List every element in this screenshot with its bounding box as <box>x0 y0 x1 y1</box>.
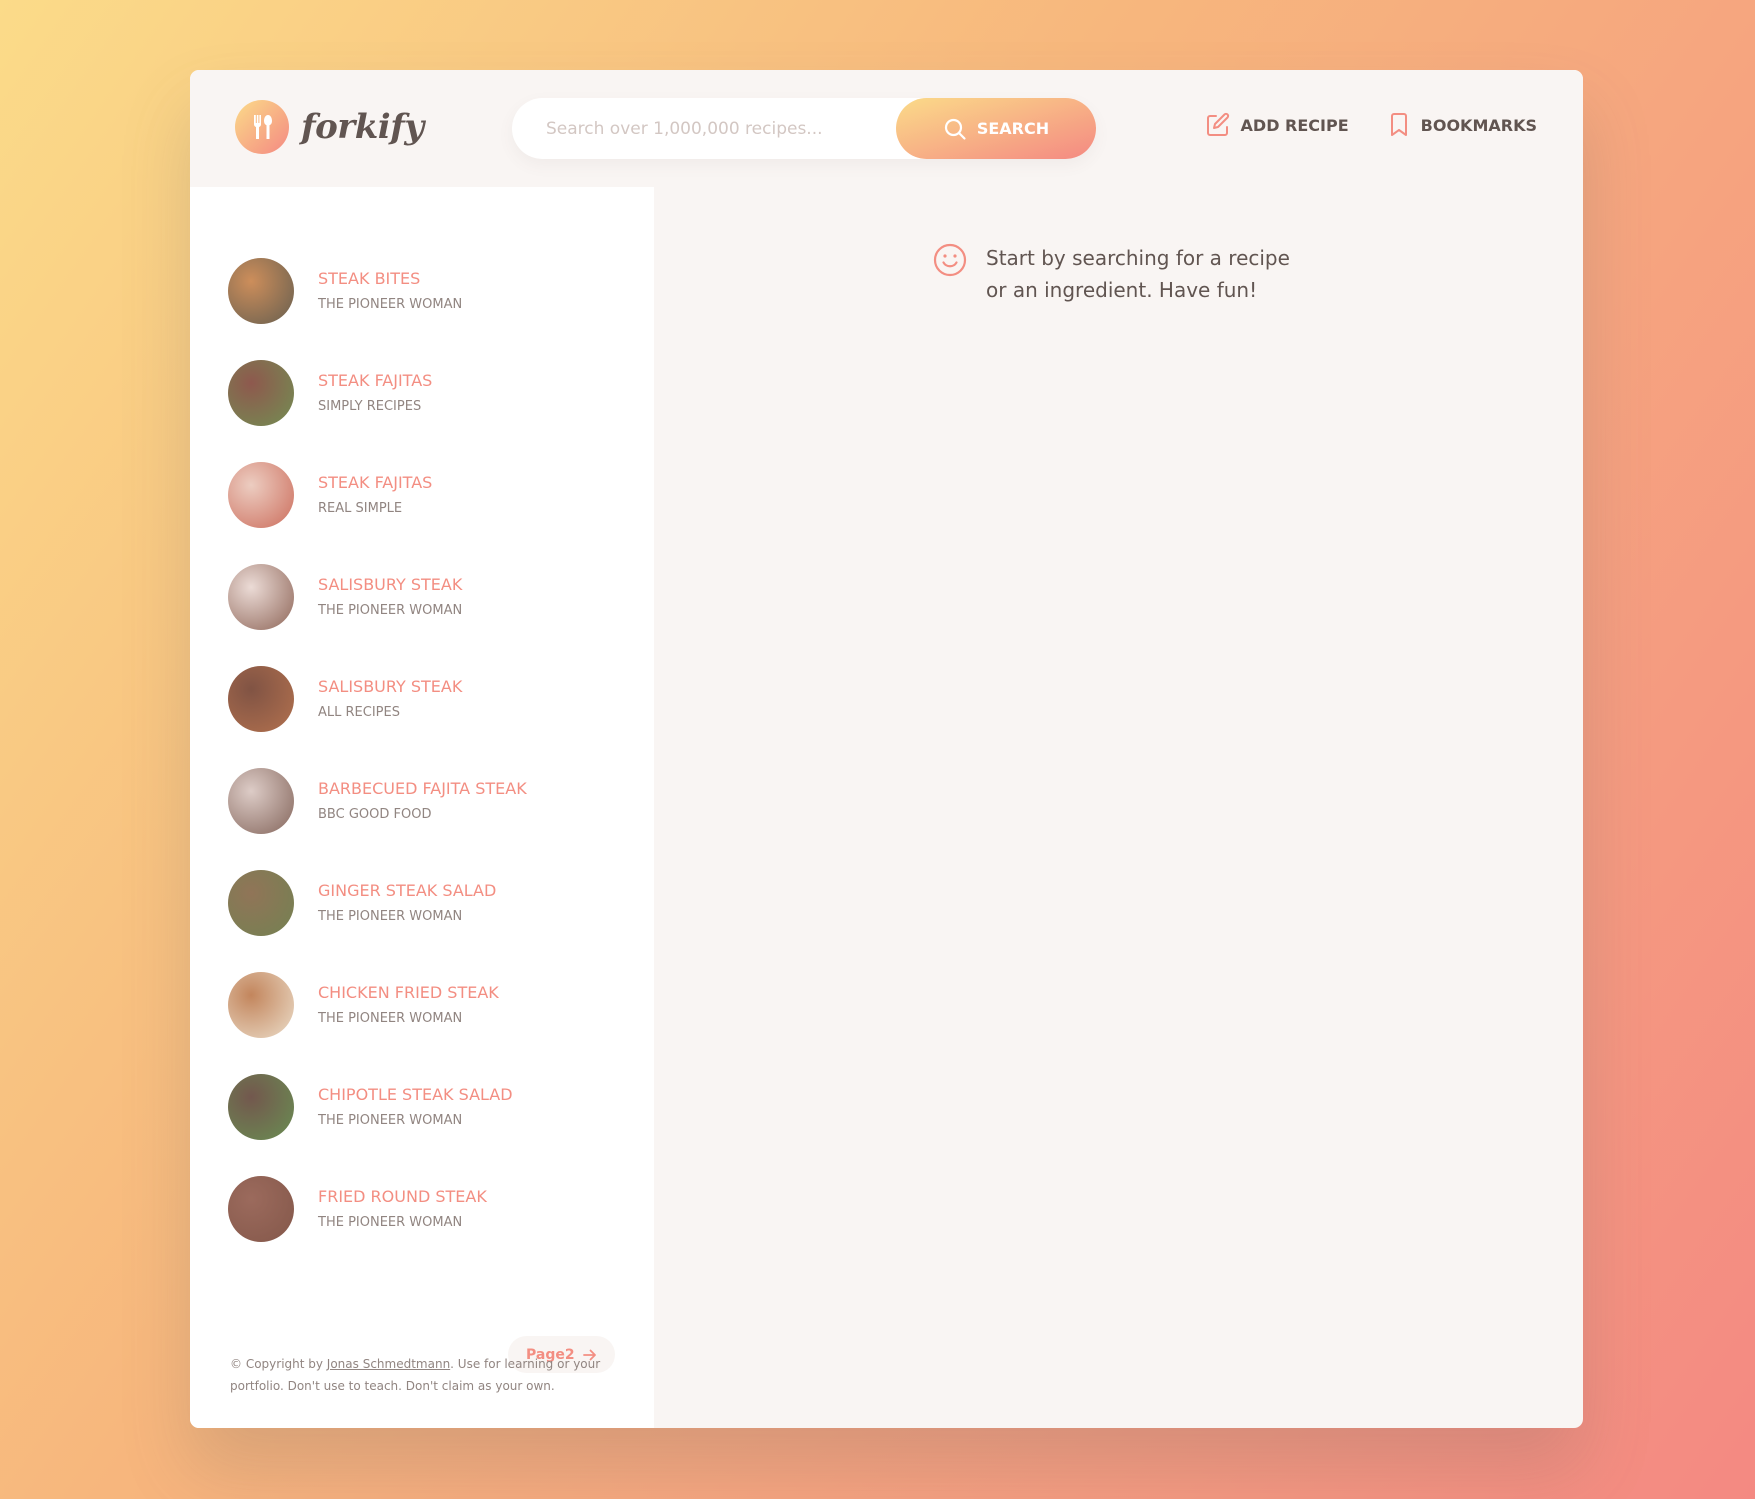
recipe-publisher: THE PIONEER WOMAN <box>318 1113 463 1129</box>
result-item[interactable]: SALISBURY STEAK THE PIONEER WOMAN <box>228 546 628 648</box>
search-input[interactable] <box>512 118 896 139</box>
add-recipe-button[interactable]: ADD RECIPE <box>1205 112 1349 138</box>
result-item[interactable]: STEAK BITES THE PIONEER WOMAN <box>228 240 628 342</box>
recipe-publisher: ALL RECIPES <box>318 705 400 721</box>
recipe-title: CHIPOTLE STEAK SALAD <box>318 1085 513 1105</box>
recipe-publisher: THE PIONEER WOMAN <box>318 603 463 619</box>
results-list: STEAK BITES THE PIONEER WOMAN STEAK FAJI… <box>228 240 628 1260</box>
bookmarks-button[interactable]: BOOKMARKS <box>1387 112 1537 138</box>
recipe-publisher: BBC GOOD FOOD <box>318 807 432 823</box>
recipe-title: SALISBURY STEAK <box>318 575 463 595</box>
recipe-thumbnail <box>228 666 294 732</box>
search-button[interactable]: SEARCH <box>896 98 1096 159</box>
result-item[interactable]: STEAK FAJITAS REAL SIMPLE <box>228 444 628 546</box>
smile-icon <box>933 243 967 277</box>
start-message: Start by searching for a recipe or an in… <box>932 242 1316 306</box>
recipe-title: GINGER STEAK SALAD <box>318 881 497 901</box>
add-recipe-label: ADD RECIPE <box>1240 115 1349 135</box>
recipe-title: SALISBURY STEAK <box>318 677 463 697</box>
search-results-sidebar: STEAK BITES THE PIONEER WOMAN STEAK FAJI… <box>190 187 654 1428</box>
recipe-title: CHICKEN FRIED STEAK <box>318 983 499 1003</box>
result-item[interactable]: CHIPOTLE STEAK SALAD THE PIONEER WOMAN <box>228 1056 628 1158</box>
recipe-thumbnail <box>228 564 294 630</box>
message-text: Start by searching for a recipe or an in… <box>986 246 1290 302</box>
recipe-thumbnail <box>228 1074 294 1140</box>
recipe-publisher: REAL SIMPLE <box>318 501 403 517</box>
search-icon <box>944 118 966 140</box>
fork-spoon-icon <box>235 100 289 154</box>
result-item[interactable]: SALISBURY STEAK ALL RECIPES <box>228 648 628 750</box>
recipe-thumbnail <box>228 360 294 426</box>
copyright-prefix: © Copyright by <box>230 1357 327 1371</box>
bookmark-icon <box>1390 113 1407 136</box>
recipe-publisher: THE PIONEER WOMAN <box>318 909 463 925</box>
recipe-title: BARBECUED FAJITA STEAK <box>318 779 527 799</box>
recipe-publisher: THE PIONEER WOMAN <box>318 297 463 313</box>
result-item[interactable]: GINGER STEAK SALAD THE PIONEER WOMAN <box>228 852 628 954</box>
recipe-publisher: SIMPLY RECIPES <box>318 399 422 415</box>
recipe-view: Start by searching for a recipe or an in… <box>654 187 1583 1428</box>
author-link[interactable]: Jonas Schmedtmann <box>327 1357 450 1371</box>
header: forkify SEARCH ADD RECIPE <box>190 70 1583 187</box>
recipe-thumbnail <box>228 972 294 1038</box>
recipe-thumbnail <box>228 870 294 936</box>
recipe-title: FRIED ROUND STEAK <box>318 1187 487 1207</box>
logo[interactable]: forkify <box>235 100 424 154</box>
recipe-thumbnail <box>228 462 294 528</box>
search-form: SEARCH <box>512 98 1096 159</box>
recipe-title: STEAK FAJITAS <box>318 473 433 493</box>
logo-text: forkify <box>301 107 424 147</box>
result-item[interactable]: CHICKEN FRIED STEAK THE PIONEER WOMAN <box>228 954 628 1056</box>
recipe-title: STEAK BITES <box>318 269 421 289</box>
search-button-label: SEARCH <box>976 119 1050 138</box>
recipe-thumbnail <box>228 1176 294 1242</box>
recipe-title: STEAK FAJITAS <box>318 371 433 391</box>
result-item[interactable]: BARBECUED FAJITA STEAK BBC GOOD FOOD <box>228 750 628 852</box>
bookmarks-label: BOOKMARKS <box>1420 115 1537 135</box>
recipe-publisher: THE PIONEER WOMAN <box>318 1011 463 1027</box>
recipe-thumbnail <box>228 768 294 834</box>
copyright: © Copyright by Jonas Schmedtmann. Use fo… <box>230 1353 620 1397</box>
recipe-publisher: THE PIONEER WOMAN <box>318 1215 463 1231</box>
app-container: forkify SEARCH ADD RECIPE <box>190 70 1583 1428</box>
recipe-thumbnail <box>228 258 294 324</box>
result-item[interactable]: STEAK FAJITAS SIMPLY RECIPES <box>228 342 628 444</box>
result-item[interactable]: FRIED ROUND STEAK THE PIONEER WOMAN <box>228 1158 628 1260</box>
edit-icon <box>1206 112 1229 136</box>
nav: ADD RECIPE BOOKMARKS <box>1205 112 1537 138</box>
